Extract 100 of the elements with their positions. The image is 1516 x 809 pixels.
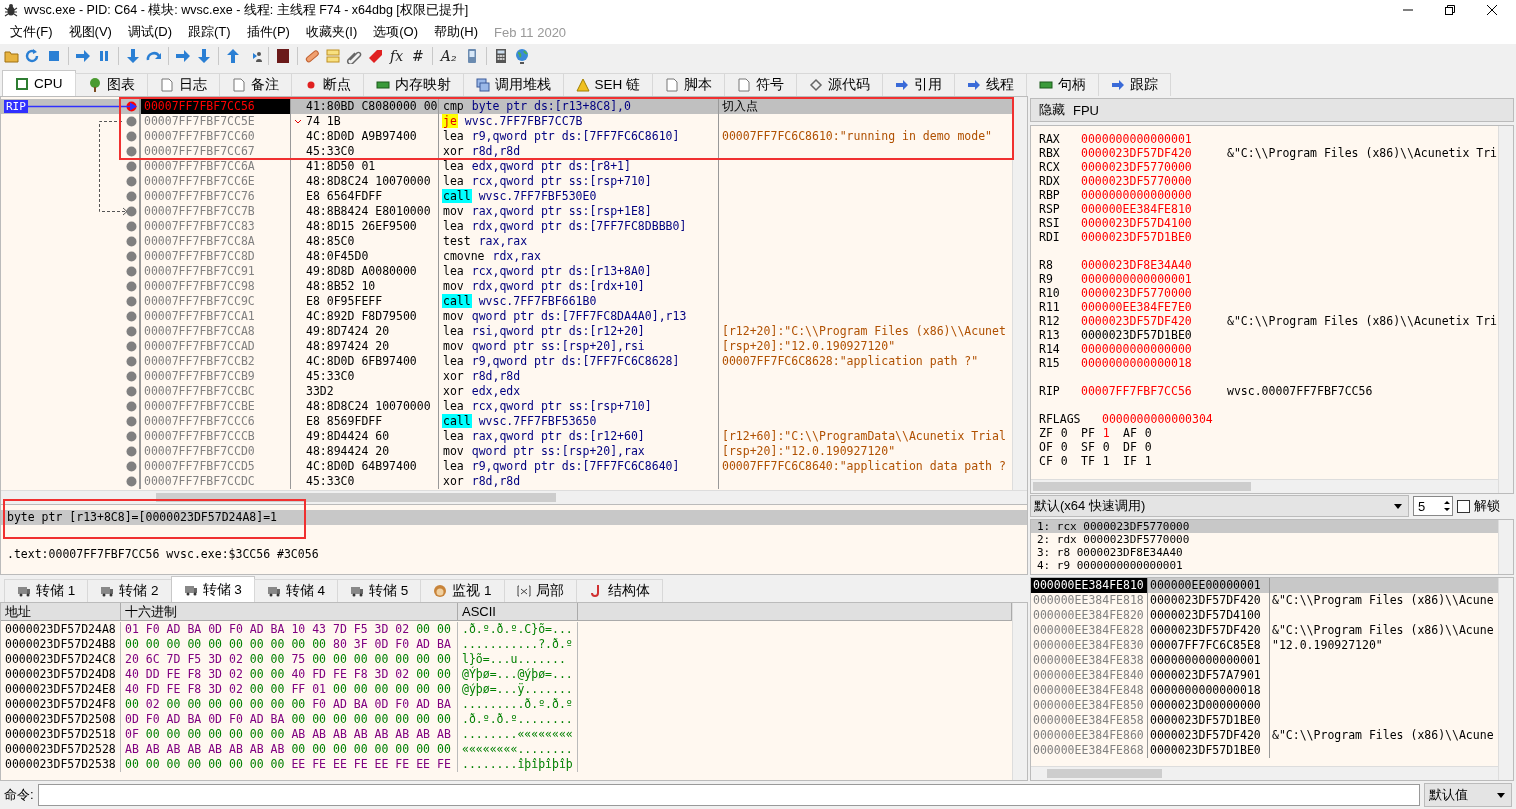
menu-item[interactable]: 插件(P) xyxy=(238,21,298,43)
horizontal-scrollbar[interactable] xyxy=(1031,479,1498,493)
flag-value[interactable]: 0 xyxy=(1060,426,1068,440)
register-value[interactable]: 0000000000000304 xyxy=(1102,412,1213,426)
register-value[interactable]: 0000023DF57D1BE0 xyxy=(1081,230,1227,244)
breakpoint-dot-icon[interactable] xyxy=(126,176,137,187)
tag-icon[interactable] xyxy=(367,48,383,64)
register-value[interactable]: 0000023DF5770000 xyxy=(1081,286,1227,300)
horizontal-scrollbar[interactable] xyxy=(1031,766,1498,780)
scrollbar-thumb[interactable] xyxy=(1047,769,1162,778)
register-value[interactable]: 000000EE384FE810 xyxy=(1081,202,1227,216)
unlock-checkbox[interactable]: 解锁 xyxy=(1457,497,1514,515)
menu-item[interactable]: 调试(D) xyxy=(119,21,180,43)
register-value[interactable]: 000000EE384FE7E0 xyxy=(1081,300,1227,314)
convention-dropdown[interactable]: 默认(x64 快速调用) xyxy=(1030,495,1409,517)
breakpoint-dot-icon[interactable] xyxy=(126,446,137,457)
register-value[interactable]: 0000023DF8E34A40 xyxy=(1081,258,1227,272)
arrow-down-icon[interactable] xyxy=(125,48,141,64)
breakpoint-dot-icon[interactable] xyxy=(126,251,137,262)
toolbar-button[interactable]: fx xyxy=(388,48,406,64)
scrollbar-thumb[interactable] xyxy=(156,493,556,502)
register-value[interactable]: 0000000000000018 xyxy=(1081,356,1227,370)
tab[interactable]: 跟踪 xyxy=(1098,73,1172,96)
breakpoint-dot-icon[interactable] xyxy=(126,161,137,172)
register-value[interactable]: 0000023DF5770000 xyxy=(1081,160,1227,174)
breakpoint-dot-icon[interactable] xyxy=(126,431,137,442)
breakpoint-dot-icon[interactable] xyxy=(126,416,137,427)
menu-item[interactable]: 文件(F) xyxy=(2,21,61,43)
arrow-right-icon[interactable] xyxy=(175,48,191,64)
breakpoint-dot-icon[interactable] xyxy=(126,371,137,382)
vertical-scrollbar[interactable] xyxy=(1498,578,1513,780)
register-value[interactable]: 0000023DF57DF420 xyxy=(1081,314,1227,328)
flag-value[interactable]: 0 xyxy=(1144,440,1152,454)
register-value[interactable]: 0000023DF57D4100 xyxy=(1081,216,1227,230)
stop-icon[interactable] xyxy=(46,48,62,64)
breakpoint-dot-icon[interactable] xyxy=(126,146,137,157)
vertical-scrollbar[interactable] xyxy=(1498,126,1513,493)
arrow-right-icon[interactable] xyxy=(75,48,91,64)
register-value[interactable]: 0000023DF57DF420 xyxy=(1081,146,1227,160)
globe-icon[interactable] xyxy=(513,48,530,64)
horizontal-scrollbar[interactable] xyxy=(1,490,1027,504)
breakpoint-dot-icon[interactable] xyxy=(126,401,137,412)
flag-value[interactable]: 1 xyxy=(1102,426,1110,440)
register-value[interactable]: 0000000000000001 xyxy=(1081,272,1227,286)
breakpoint-dot-icon[interactable] xyxy=(126,206,137,217)
breakpoint-dot-icon[interactable] xyxy=(126,116,137,127)
tab[interactable]: 转储 4 xyxy=(253,579,339,602)
register-value[interactable]: 0000000000000000 xyxy=(1081,188,1227,202)
arrow-down-icon[interactable] xyxy=(196,48,212,64)
register-value[interactable]: 0000023DF57D1BE0 xyxy=(1081,328,1227,342)
refresh-icon[interactable] xyxy=(25,48,41,64)
breakpoint-dot-icon[interactable] xyxy=(126,341,137,352)
menu-item[interactable]: 帮助(H) xyxy=(426,21,487,43)
arrow-up-icon[interactable] xyxy=(225,48,241,64)
flag-value[interactable]: 1 xyxy=(1144,454,1152,468)
breakpoint-dot-icon[interactable] xyxy=(126,281,137,292)
toolbar-button[interactable]: # xyxy=(410,48,426,64)
tab[interactable]: 转储 3 xyxy=(170,576,255,602)
column-header[interactable]: 十六进制 xyxy=(121,603,458,621)
folder-icon[interactable] xyxy=(4,48,20,64)
panel-button[interactable]: 隐藏 xyxy=(1039,101,1065,119)
menu-item[interactable]: 跟踪(T) xyxy=(180,21,239,43)
breakpoint-dot-icon[interactable] xyxy=(126,296,137,307)
tab[interactable]: CPU xyxy=(2,70,76,96)
vertical-scrollbar[interactable] xyxy=(1012,603,1027,780)
menu-item[interactable]: 选项(O) xyxy=(365,21,426,43)
breakpoint-dot-icon[interactable] xyxy=(126,386,137,397)
flag-value[interactable]: 0 xyxy=(1102,440,1110,454)
column-header[interactable]: 地址 xyxy=(1,603,121,621)
toolbar-button[interactable]: A₂ xyxy=(438,48,459,64)
vertical-scrollbar[interactable] xyxy=(1012,97,1027,490)
register-value[interactable]: 0000000000000001 xyxy=(1081,132,1227,146)
count-spinner[interactable]: 5 xyxy=(1413,496,1453,516)
menu-item[interactable]: 视图(V) xyxy=(60,21,120,43)
tab[interactable]: 结构体 xyxy=(575,579,663,602)
breakpoint-dot-icon[interactable] xyxy=(126,191,137,202)
menu-item[interactable]: 收藏夹(I) xyxy=(297,21,366,43)
vertical-scrollbar[interactable] xyxy=(1498,520,1513,574)
tab[interactable]: 转储 1 xyxy=(4,579,89,602)
scrollbar-thumb[interactable] xyxy=(1033,482,1251,491)
register-value[interactable]: 0000000000000000 xyxy=(1081,342,1227,356)
command-field[interactable] xyxy=(37,784,1420,806)
maximize-icon[interactable] xyxy=(1444,4,1456,16)
breakpoint-dot-icon[interactable] xyxy=(126,236,137,247)
tab[interactable]: 图表 xyxy=(74,73,148,96)
close-icon[interactable] xyxy=(1486,4,1498,16)
mode-dropdown[interactable]: 默认值 xyxy=(1424,783,1512,807)
register-value[interactable]: 0000023DF5770000 xyxy=(1081,174,1227,188)
register-value[interactable]: 00007FF7FBF7CC56 xyxy=(1081,384,1227,398)
square-icon[interactable] xyxy=(275,48,291,64)
breakpoint-dot-icon[interactable] xyxy=(126,131,137,142)
panel-button[interactable]: FPU xyxy=(1073,102,1099,118)
note-icon[interactable] xyxy=(325,48,341,64)
column-header[interactable]: ASCII xyxy=(458,603,578,621)
breakpoint-dot-icon[interactable] xyxy=(126,476,137,487)
breakpoint-dot-icon[interactable] xyxy=(126,266,137,277)
flag-value[interactable]: 0 xyxy=(1060,440,1068,454)
flag-value[interactable]: 1 xyxy=(1102,454,1110,468)
flag-value[interactable]: 0 xyxy=(1060,454,1068,468)
flag-value[interactable]: 0 xyxy=(1144,426,1152,440)
